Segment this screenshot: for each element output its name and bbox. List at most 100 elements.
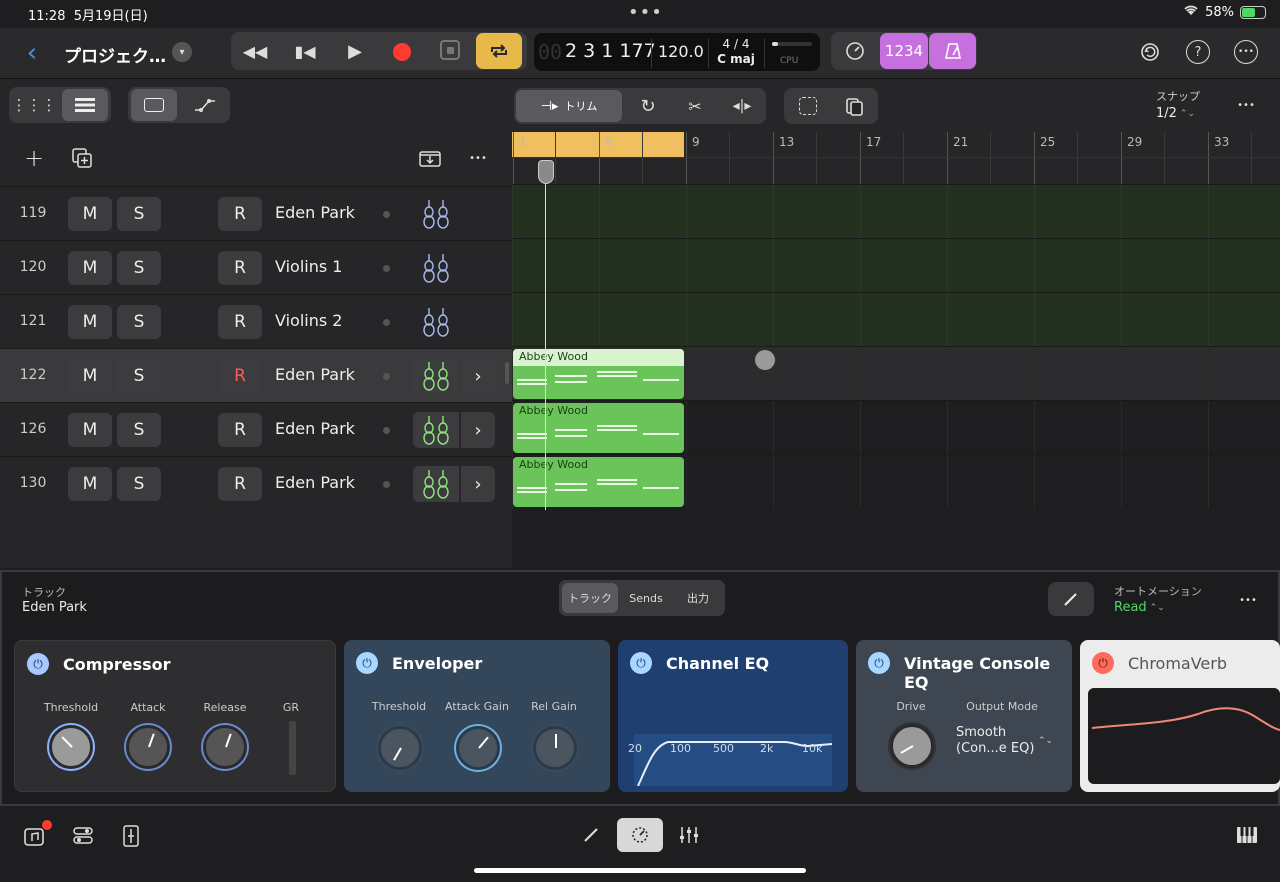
chevron-right-icon[interactable]: › [461,412,495,448]
record-enable-button[interactable]: R [218,197,262,231]
violin-icon[interactable] [413,196,459,232]
violin-icon[interactable] [413,358,459,394]
go-to-start-icon[interactable]: ▮◀ [290,36,320,66]
solo-button[interactable]: S [117,251,161,285]
more-icon[interactable]: ••• [1236,590,1260,610]
pencil-edit-button[interactable] [1048,582,1094,616]
track-name[interactable]: Eden Park [275,365,355,384]
more-icon[interactable]: ••• [1234,40,1258,64]
add-track-icon[interactable]: + [22,144,46,172]
solo-button[interactable]: S [117,197,161,231]
automation-mode-selector[interactable]: Read ⌃⌄ [1114,600,1165,615]
cycle-region[interactable] [512,132,684,157]
chevron-right-icon[interactable]: › [461,466,495,502]
mute-button[interactable]: M [68,359,112,393]
violin-icon[interactable] [413,412,459,448]
plugin-enveloper[interactable]: ⏻ Enveloper Threshold Attack Gain Rel Ga… [344,640,610,792]
track-header[interactable]: 130 M S R Eden Park › [0,456,512,510]
threshold-knob[interactable] [378,726,422,770]
solo-button[interactable]: S [117,413,161,447]
mute-button[interactable]: M [68,413,112,447]
tab-sends[interactable]: Sends [621,583,671,613]
loop-tool-icon[interactable]: ↻ [630,90,666,122]
solo-button[interactable]: S [117,305,161,339]
track-lane[interactable]: Abbey Wood [512,400,1280,455]
plugin-compressor[interactable]: ⏻ Compressor Threshold Attack Release GR [14,640,336,792]
play-icon[interactable]: ▶ [340,36,370,66]
back-chevron-icon[interactable]: ‹ [20,38,44,68]
mute-button[interactable]: M [68,305,112,339]
threshold-knob[interactable] [49,725,93,769]
power-icon[interactable]: ⏻ [868,652,890,674]
attack-knob[interactable] [126,725,170,769]
playhead-handle[interactable] [538,160,554,184]
solo-button[interactable]: S [117,359,161,393]
track-header[interactable]: 121 M S R Violins 2 [0,294,512,348]
resize-handle[interactable] [505,362,509,384]
rel-gain-knob[interactable] [533,726,577,770]
cycle-loop-button[interactable] [476,33,522,69]
record-enable-button[interactable]: R [218,359,262,393]
track-name[interactable]: Eden Park [275,473,355,492]
count-in-button[interactable]: 1234 [880,33,928,69]
track-lane[interactable] [512,238,1280,293]
track-name[interactable]: Violins 1 [275,257,342,276]
metronome-button[interactable] [929,33,976,69]
chevron-right-icon[interactable]: › [461,358,495,394]
reverb-display[interactable] [1088,688,1280,784]
violin-icon[interactable] [413,250,459,286]
marquee-select-icon[interactable] [790,90,826,122]
track-lane[interactable]: Abbey Wood [512,346,1280,401]
release-knob[interactable] [203,725,247,769]
tab-track[interactable]: トラック [562,583,618,613]
record-enable-button[interactable]: R [218,251,262,285]
region-view-icon[interactable] [131,89,177,121]
rewind-icon[interactable]: ◀◀ [240,36,270,66]
track-lane[interactable] [512,184,1280,239]
live-loops-button[interactable] [617,818,663,852]
keyboard-icon[interactable] [1234,823,1260,847]
undo-icon[interactable] [1138,40,1162,64]
snap-value-selector[interactable]: 1/2 ⌃⌄ [1156,106,1195,121]
midi-region[interactable]: Abbey Wood [513,349,684,399]
ruler[interactable]: 1 5 9 13 17 21 25 29 33 [512,132,1280,184]
controls-toggle-icon[interactable] [70,824,96,848]
power-icon[interactable]: ⏻ [356,652,378,674]
plugin-channel-eq[interactable]: ⏻ Channel EQ 20 100 500 2k 10k [618,640,848,792]
trim-tool-button[interactable]: ⊣▸ トリム [516,90,622,122]
drive-knob[interactable] [890,724,934,768]
record-enable-button[interactable]: R [218,305,262,339]
record-enable-button[interactable]: R [218,467,262,501]
violin-icon[interactable] [413,304,459,340]
power-icon[interactable]: ⏻ [1092,652,1114,674]
tab-output[interactable]: 出力 [674,583,722,613]
track-name[interactable]: Eden Park [275,419,355,438]
plugin-chromaverb[interactable]: ⏻ ChromaVerb [1080,640,1280,792]
duplicate-track-icon[interactable] [70,146,94,170]
mixer-icon[interactable] [676,822,702,848]
chevron-down-icon[interactable]: ▾ [172,42,192,62]
attack-gain-knob[interactable] [456,726,500,770]
scissors-icon[interactable]: ✂ [677,90,713,122]
power-icon[interactable]: ⏻ [630,652,652,674]
mute-button[interactable]: M [68,251,112,285]
multitask-dots-icon[interactable]: ••• [628,2,663,23]
grid-view-icon[interactable]: ⋮⋮⋮ [12,90,57,120]
help-icon[interactable]: ? [1186,40,1210,64]
midi-region[interactable]: Abbey Wood [513,457,684,507]
inspector-toggle-icon[interactable] [118,823,144,849]
capture-recording-icon[interactable] [440,40,460,60]
project-title[interactable]: プロジェク… [64,42,166,67]
record-button[interactable] [393,43,411,61]
track-header[interactable]: 119 M S R Eden Park [0,186,512,240]
pencil-icon[interactable] [578,822,604,848]
automation-curve-icon[interactable] [182,89,228,121]
import-icon[interactable] [418,146,442,170]
track-header[interactable]: 122 M S R Eden Park › [0,348,512,402]
playhead[interactable] [545,160,546,510]
track-lane[interactable] [512,292,1280,347]
midi-region[interactable]: Abbey Wood [513,403,684,453]
power-icon[interactable]: ⏻ [27,653,49,675]
tracks-view-icon[interactable] [62,89,108,121]
tracks-area[interactable]: 1 5 9 13 17 21 25 29 33 Abbey Wood Abbey Wood Abbe… [512,132,1280,568]
